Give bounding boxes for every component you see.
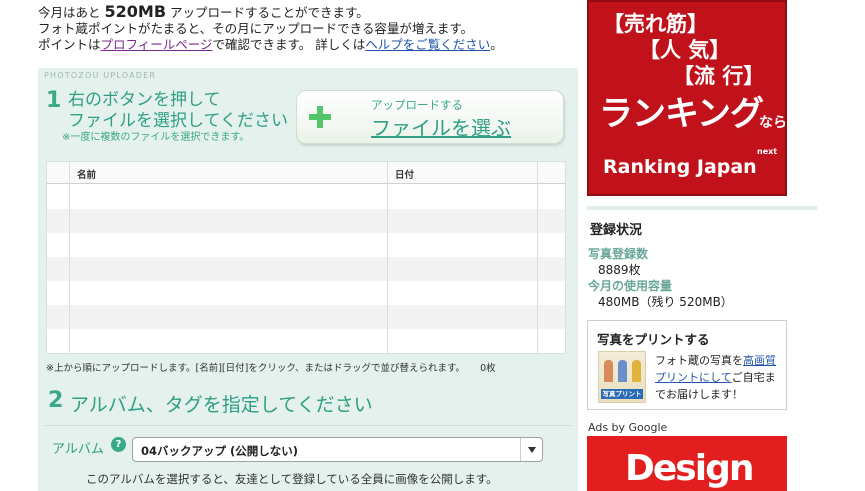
points-info-line: フォト蔵ポイントがたまると、その月にアップロードできる容量が増えます。 (38, 21, 474, 36)
profile-page-link[interactable]: プロフィールページ (101, 37, 213, 52)
ads-by-google-label[interactable]: Ads by Google (588, 421, 667, 434)
person-figure (632, 360, 641, 382)
column-divider (537, 162, 538, 353)
quota-line: 今月はあと 520MB アップロードすることができます。 (38, 4, 578, 21)
quota-amount: 520MB (104, 2, 167, 21)
usage-label: 今月の使用容量 (588, 279, 673, 293)
person-figure (604, 360, 613, 382)
step1-number: 1 (46, 88, 62, 113)
album-select[interactable]: 04バックアップ (公開しない) (132, 437, 543, 462)
table-note: ※上から順にアップロードします。[名前][日付]をクリック、またはドラッグで並び… (46, 360, 496, 374)
points-end-text: 。 (490, 37, 503, 52)
step1-title-line1: 右のボタンを押して (68, 90, 221, 110)
album-selected-value: 04バックアップ (公開しない) (141, 444, 299, 458)
reorder-hint: ※上から順にアップロードします。[名前][日付]をクリック、またはドラッグで並び… (46, 363, 466, 374)
sidebar-divider (587, 206, 817, 210)
ranking-japan-ad[interactable]: 【売れ筋】 【人 気】 【流 行】 ランキング なら next Ranking … (587, 0, 787, 196)
print-service-box: 写真をプリントする 写真プリント フォト蔵の写真を高画質プリントにしてご自宅まで… (587, 320, 787, 410)
column-header-name[interactable]: 名前 (77, 167, 96, 181)
album-label: アルバム (52, 442, 104, 457)
section-divider (44, 425, 572, 426)
column-header-date[interactable]: 日付 (395, 167, 414, 181)
ad-next-text: next (757, 147, 778, 156)
select-files-button[interactable]: アップロードする ファイルを選ぶ (296, 90, 564, 144)
points-mid-text: で確認できます。 詳しくは (212, 37, 366, 52)
print-text-prefix: フォト蔵の写真を (655, 354, 743, 367)
help-icon[interactable]: ? (111, 437, 126, 452)
table-row (47, 209, 565, 233)
ad-ranking-text: ランキング (599, 94, 764, 134)
print-title: 写真をプリントする (597, 332, 710, 347)
ad-brand: Ranking Japan (603, 156, 757, 178)
step1-note: ※一度に複数のファイルを選択できます。 (62, 132, 250, 143)
upload-quota-info: 今月はあと 520MB アップロードすることができます。 フォト蔵ポイントがたま… (38, 4, 578, 53)
uploader-label: PHOTOZOU UPLOADER (44, 71, 157, 80)
file-count: 0枚 (480, 363, 496, 374)
decorative-dot (344, 402, 347, 405)
print-description: フォト蔵の写真を高画質プリントにしてご自宅までお届けします！ (655, 352, 785, 403)
photozou-uploader: PHOTOZOU UPLOADER 1 右のボタンを押して ファイルを選択してく… (38, 68, 578, 491)
album-note: このアルバムを選択すると、友達として登録している全員に画像を公開します。 (86, 472, 498, 486)
usage-value: 480MB（残り 520MB） (598, 295, 733, 309)
design-ad-banner[interactable]: Design (587, 436, 787, 491)
help-link[interactable]: ヘルプをご覧ください (365, 37, 490, 52)
table-row (47, 305, 565, 329)
select-files-label: ファイルを選ぶ (371, 116, 511, 140)
points-prefix: ポイントは (38, 37, 101, 52)
table-header: 名前 日付 (47, 162, 565, 184)
registration-title: 登録状況 (590, 223, 643, 238)
points-link-line: ポイントはプロフィールページで確認できます。 詳しくはヘルプをご覧ください。 (38, 37, 578, 53)
step1-title: 右のボタンを押して ファイルを選択してください (68, 90, 288, 132)
table-row (47, 281, 565, 305)
table-row (47, 233, 565, 257)
photo-count-label: 写真登録数 (588, 247, 649, 261)
table-row (47, 257, 565, 281)
ad-nara-text: なら (759, 115, 787, 131)
quota-prefix: 今月はあと (38, 5, 101, 20)
column-divider (387, 162, 388, 353)
person-figure (618, 360, 627, 382)
chevron-down-icon (520, 438, 542, 461)
quota-suffix: アップロードすることができます。 (170, 5, 369, 20)
upload-file-table: 名前 日付 (46, 161, 566, 354)
photo-count-value: 8889枚 (598, 263, 641, 277)
print-photo-image[interactable]: 写真プリント (598, 351, 646, 403)
print-badge: 写真プリント (601, 389, 643, 399)
table-row (47, 185, 565, 209)
step2-title: アルバム、タグを指定してください (70, 394, 373, 416)
design-ad-text: Design (625, 448, 754, 489)
table-row (47, 329, 565, 353)
column-divider (69, 162, 70, 353)
select-files-small-label: アップロードする (371, 98, 463, 112)
plus-icon (309, 106, 331, 128)
step2-number: 2 (48, 388, 64, 413)
